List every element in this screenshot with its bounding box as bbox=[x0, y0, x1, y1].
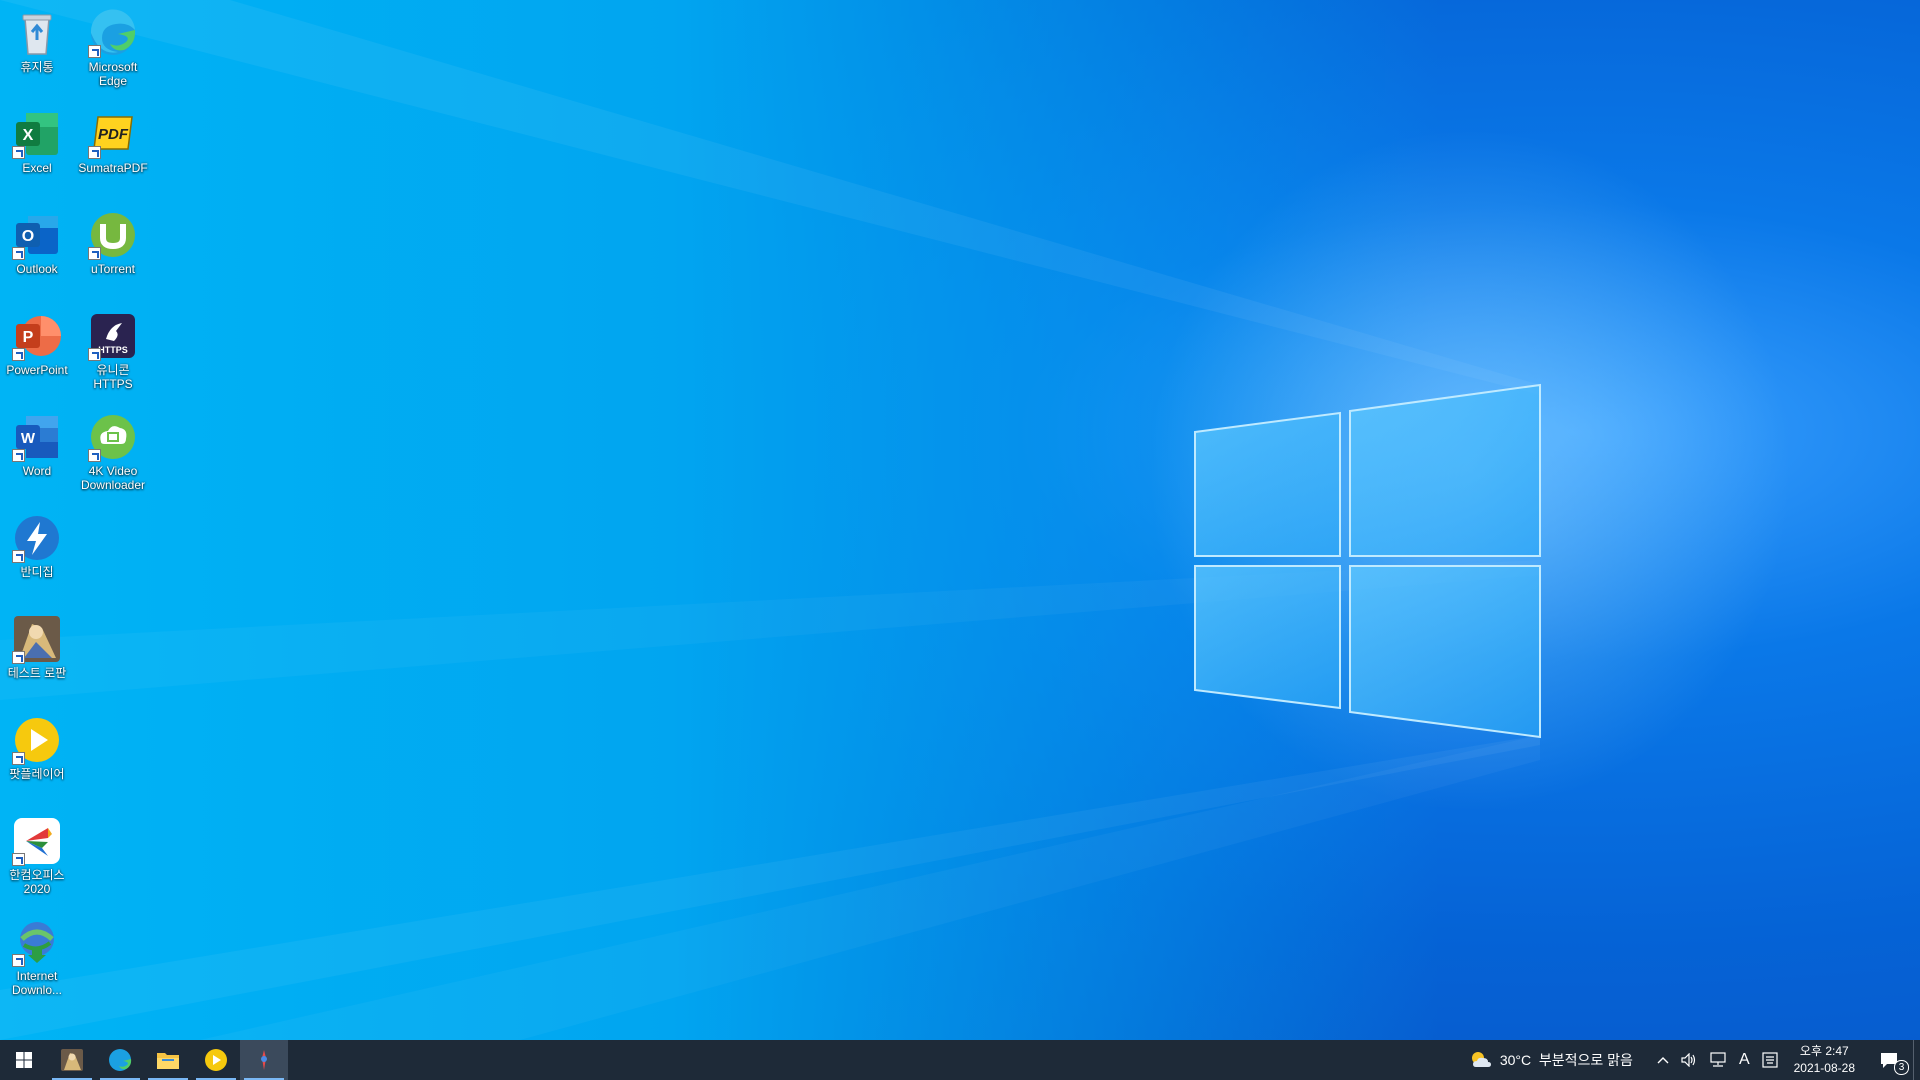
desktop-icon-label: 반디집 bbox=[20, 565, 54, 579]
keyboard-icon bbox=[1762, 1052, 1778, 1068]
ime-icon: A bbox=[1738, 1051, 1750, 1068]
sumatrapdf-icon: PDF bbox=[88, 109, 138, 159]
edge-icon bbox=[109, 1049, 132, 1071]
desktop-icon-4k-video-downloader[interactable]: 4K Video Downloader bbox=[76, 406, 150, 502]
weather-text: 30°C 부분적으로 맑음 bbox=[1499, 1052, 1633, 1068]
app-icon bbox=[261, 1050, 267, 1070]
excel-icon: X bbox=[12, 109, 62, 159]
desktop-icon-label: Word bbox=[22, 464, 52, 478]
svg-text:P: P bbox=[23, 329, 34, 346]
chevron-up-icon bbox=[1657, 1057, 1669, 1064]
edge-icon bbox=[88, 8, 138, 58]
desktop-icon-internet-download-manager[interactable]: Internet Downlo... bbox=[0, 911, 74, 1007]
ime-mode-button[interactable]: A bbox=[1733, 1040, 1756, 1080]
desktop-icon-bandizip[interactable]: 반디집 bbox=[0, 507, 74, 603]
weather-widget[interactable]: 30°C 부분적으로 맑음 bbox=[1464, 1040, 1639, 1080]
desktop-icon-utorrent[interactable]: uTorrent bbox=[76, 204, 150, 300]
internet-download-manager-icon bbox=[12, 917, 62, 967]
desktop-icon-outlook[interactable]: O Outlook bbox=[0, 204, 74, 300]
show-desktop-button[interactable] bbox=[1913, 1040, 1920, 1080]
svg-text:PDF: PDF bbox=[98, 126, 129, 143]
powerpoint-icon: P bbox=[12, 311, 62, 361]
bandizip-icon bbox=[12, 513, 62, 563]
desktop: 휴지통 X Excel O Outlook P PowerPoint W Wor… bbox=[0, 0, 1920, 1040]
4k-video-downloader-icon bbox=[88, 412, 138, 462]
clock-time: 오후 2:47 bbox=[1799, 1044, 1849, 1058]
svg-text:X: X bbox=[23, 127, 34, 144]
desktop-icon-powerpoint[interactable]: P PowerPoint bbox=[0, 305, 74, 401]
hancom-office-icon bbox=[12, 816, 62, 866]
desktop-icon-recycle-bin[interactable]: 휴지통 bbox=[0, 2, 74, 98]
desktop-icon-label: SumatraPDF bbox=[78, 161, 148, 175]
unicorn-https-icon: HTTPS bbox=[88, 311, 138, 361]
taskbar: 30°C 부분적으로 맑음 A 오후 2:47 2021-08-28 3 bbox=[0, 1040, 1920, 1080]
desktop-icon-label: PowerPoint bbox=[6, 363, 68, 377]
desktop-icon-label: Internet Downlo... bbox=[11, 969, 63, 997]
windows-start-icon bbox=[16, 1052, 32, 1068]
potplayer-icon bbox=[12, 715, 62, 765]
desktop-icon-label: 유니콘 HTTPS bbox=[93, 363, 133, 391]
desktop-icon-sumatrapdf[interactable]: PDF SumatraPDF bbox=[76, 103, 150, 199]
desktop-icon-label: uTorrent bbox=[90, 262, 136, 276]
desktop-icon-label: 4K Video Downloader bbox=[80, 464, 146, 492]
potplayer-icon bbox=[205, 1049, 227, 1071]
desktop-icon-label: 팟플레이어 bbox=[9, 767, 65, 781]
notification-center-button[interactable]: 3 bbox=[1865, 1040, 1913, 1080]
game-icon bbox=[61, 1049, 83, 1071]
outlook-icon: O bbox=[12, 210, 62, 260]
game-icon bbox=[12, 614, 62, 664]
clock[interactable]: 오후 2:47 2021-08-28 bbox=[1784, 1043, 1865, 1077]
taskbar-file-explorer-button[interactable] bbox=[144, 1040, 192, 1080]
desktop-icon-hancom-office[interactable]: 한컴오피스 2020 bbox=[0, 810, 74, 906]
taskbar-active-app-button[interactable] bbox=[240, 1040, 288, 1080]
desktop-icon-excel[interactable]: X Excel bbox=[0, 103, 74, 199]
folder-icon bbox=[157, 1053, 179, 1069]
keyboard-button[interactable] bbox=[1756, 1040, 1784, 1080]
desktop-icon-label: Microsoft Edge bbox=[88, 60, 138, 88]
taskbar-potplayer-button[interactable] bbox=[192, 1040, 240, 1080]
system-tray: 30°C 부분적으로 맑음 A 오후 2:47 2021-08-28 3 bbox=[1464, 1040, 1920, 1080]
desktop-icon-word[interactable]: W Word bbox=[0, 406, 74, 502]
show-hidden-icons-button[interactable] bbox=[1651, 1040, 1675, 1080]
desktop-icon-label: Excel bbox=[22, 161, 52, 175]
word-icon: W bbox=[12, 412, 62, 462]
svg-text:HTTPS: HTTPS bbox=[98, 345, 128, 355]
clock-date: 2021-08-28 bbox=[1793, 1061, 1855, 1075]
network-button[interactable] bbox=[1703, 1040, 1733, 1080]
recycle-bin-icon bbox=[12, 8, 62, 58]
desktop-icon-label: 휴지통 bbox=[20, 60, 54, 74]
partly-sunny-icon bbox=[1471, 1052, 1491, 1067]
desktop-icon-label: 테스트 로판 bbox=[7, 666, 67, 680]
utorrent-icon bbox=[88, 210, 138, 260]
speaker-icon bbox=[1681, 1053, 1696, 1067]
start-button[interactable] bbox=[0, 1040, 48, 1080]
desktop-icon-label: Outlook bbox=[16, 262, 58, 276]
desktop-icon-label: 한컴오피스 2020 bbox=[9, 868, 65, 896]
volume-button[interactable] bbox=[1675, 1040, 1703, 1080]
taskbar-edge-button[interactable] bbox=[96, 1040, 144, 1080]
notification-count: 3 bbox=[1894, 1060, 1909, 1075]
network-icon bbox=[1710, 1052, 1726, 1067]
desktop-icon-unicorn-https[interactable]: HTTPS 유니콘 HTTPS bbox=[76, 305, 150, 401]
desktop-icon-microsoft-edge[interactable]: Microsoft Edge bbox=[76, 2, 150, 98]
desktop-icon-potplayer[interactable]: 팟플레이어 bbox=[0, 709, 74, 805]
taskbar-game-button[interactable] bbox=[48, 1040, 96, 1080]
svg-text:O: O bbox=[22, 228, 34, 245]
desktop-icon-game[interactable]: 테스트 로판 bbox=[0, 608, 74, 704]
svg-text:W: W bbox=[21, 430, 36, 447]
